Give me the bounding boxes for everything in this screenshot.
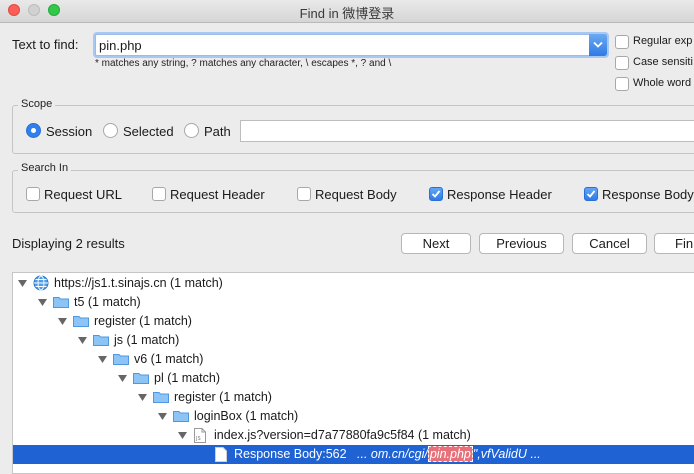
- disclosure-triangle-icon[interactable]: [138, 394, 147, 401]
- regular-expression-label: Regular exp: [633, 35, 693, 47]
- folder-icon: [113, 354, 129, 365]
- globe-icon: [33, 275, 49, 291]
- wildcard-hint: * matches any string, ? matches any char…: [95, 58, 392, 69]
- regular-expression-checkbox[interactable]: [615, 35, 629, 49]
- disclosure-triangle-icon[interactable]: [98, 356, 107, 363]
- request-body-checkbox[interactable]: [297, 187, 311, 201]
- match-location-label: Response Body:562: [234, 447, 347, 461]
- folder-icon: [173, 411, 189, 422]
- scope-session-label: Session: [46, 124, 93, 139]
- results-status: Displaying 2 results: [12, 236, 125, 251]
- tree-row[interactable]: https://js1.t.sinajs.cn (1 match): [13, 274, 694, 293]
- match-context: ... om.cn/cgi/pin.php ",vfValidU ...: [357, 446, 541, 462]
- tree-row-label: pl (1 match): [154, 371, 220, 385]
- checkmark-icon: [431, 190, 441, 198]
- whole-word-checkbox[interactable]: [615, 77, 629, 91]
- checkmark-icon: [586, 190, 596, 198]
- response-body-checkbox[interactable]: [584, 187, 598, 201]
- disclosure-triangle-icon[interactable]: [158, 413, 167, 420]
- title-bar: Find in 微博登录: [0, 0, 694, 23]
- tree-row[interactable]: loginBox (1 match): [13, 407, 694, 426]
- text-to-find-label: Text to find:: [12, 37, 79, 52]
- window-title: Find in 微博登录: [299, 6, 395, 21]
- tree-row[interactable]: v6 (1 match): [13, 350, 694, 369]
- scope-title: Scope: [18, 98, 56, 110]
- scope-session-radio[interactable]: [26, 123, 41, 138]
- disclosure-triangle-icon[interactable]: [78, 337, 87, 344]
- response-header-label: Response Header: [447, 187, 552, 202]
- next-button[interactable]: Next: [401, 233, 471, 254]
- request-url-label: Request URL: [44, 187, 123, 202]
- previous-button[interactable]: Previous: [479, 233, 564, 254]
- results-tree[interactable]: https://js1.t.sinajs.cn (1 match) t5 (1 …: [12, 272, 694, 474]
- cancel-button[interactable]: Cancel: [572, 233, 647, 254]
- tree-row-label: index.js?version=d7a77880fa9c5f84 (1 mat…: [214, 428, 471, 442]
- svg-text:JS: JS: [195, 436, 201, 442]
- tree-row-label: https://js1.t.sinajs.cn (1 match): [54, 276, 223, 290]
- response-body-label: Response Body: [602, 187, 694, 202]
- scope-path-radio[interactable]: [184, 123, 199, 138]
- tree-row-label: register (1 match): [174, 390, 272, 404]
- folder-icon: [73, 316, 89, 327]
- tree-row-label: v6 (1 match): [134, 352, 204, 366]
- whole-word-label: Whole word: [633, 77, 692, 89]
- folder-icon: [93, 335, 109, 346]
- match-after-text: ",vfValidU ...: [472, 447, 541, 461]
- match-highlight: pin.php: [427, 446, 473, 462]
- disclosure-triangle-icon[interactable]: [58, 318, 67, 325]
- disclosure-triangle-icon[interactable]: [118, 375, 127, 382]
- tree-row[interactable]: register (1 match): [13, 312, 694, 331]
- case-sensitive-label: Case sensiti: [633, 56, 693, 68]
- request-url-checkbox[interactable]: [26, 187, 40, 201]
- folder-icon: [53, 297, 69, 308]
- request-body-label: Request Body: [315, 187, 397, 202]
- response-header-checkbox[interactable]: [429, 187, 443, 201]
- path-input[interactable]: [240, 120, 694, 142]
- tree-row-label: register (1 match): [94, 314, 192, 328]
- tree-row[interactable]: js (1 match): [13, 331, 694, 350]
- tree-row-label: t5 (1 match): [74, 295, 141, 309]
- folder-icon: [133, 373, 149, 384]
- find-text-value: pin.php: [99, 38, 142, 53]
- tree-row[interactable]: pl (1 match): [13, 369, 694, 388]
- document-icon: [215, 447, 227, 462]
- find-button[interactable]: Fin: [654, 233, 694, 254]
- chevron-down-icon: [593, 41, 603, 48]
- disclosure-triangle-icon[interactable]: [38, 299, 47, 306]
- tree-row-match[interactable]: Response Body:562 ... om.cn/cgi/pin.php "…: [13, 445, 694, 464]
- tree-row[interactable]: t5 (1 match): [13, 293, 694, 312]
- folder-icon: [153, 392, 169, 403]
- case-sensitive-checkbox[interactable]: [615, 56, 629, 70]
- request-header-label: Request Header: [170, 187, 265, 202]
- scope-selected-label: Selected: [123, 124, 174, 139]
- match-before-text: ... om.cn/cgi/: [357, 447, 428, 461]
- scope-path-label: Path: [204, 124, 231, 139]
- js-file-icon: JS: [194, 428, 206, 443]
- history-dropdown-button[interactable]: [589, 34, 607, 56]
- disclosure-triangle-icon[interactable]: [18, 280, 27, 287]
- find-text-input[interactable]: pin.php: [95, 34, 607, 56]
- disclosure-triangle-icon[interactable]: [178, 432, 187, 439]
- tree-row[interactable]: register (1 match): [13, 388, 694, 407]
- search-in-title: Search In: [18, 162, 72, 174]
- request-header-checkbox[interactable]: [152, 187, 166, 201]
- tree-row[interactable]: JS index.js?version=d7a77880fa9c5f84 (1 …: [13, 426, 694, 445]
- scope-selected-radio[interactable]: [103, 123, 118, 138]
- tree-row-label: js (1 match): [114, 333, 180, 347]
- tree-row-label: loginBox (1 match): [194, 409, 299, 423]
